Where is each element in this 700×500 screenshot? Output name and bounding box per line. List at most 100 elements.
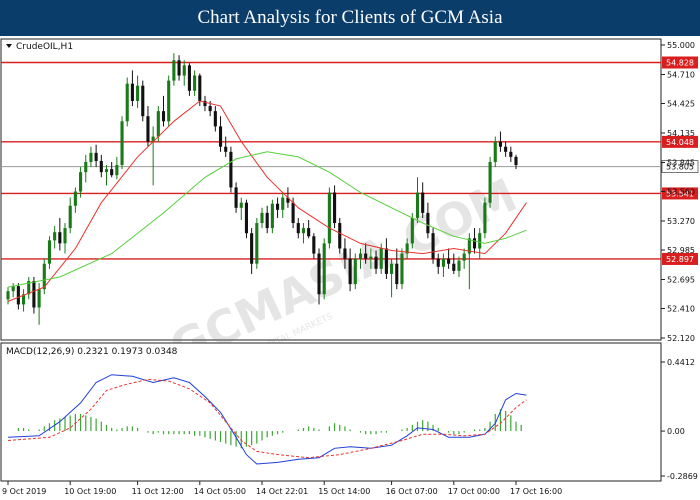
candle-body xyxy=(431,233,435,259)
candle-body xyxy=(421,192,425,213)
level-price-label: 54.828 xyxy=(666,58,694,67)
candle-body xyxy=(141,85,145,117)
candle xyxy=(322,238,326,300)
candle-body xyxy=(275,203,280,210)
time-tick-label: 16 Oct 07:00 xyxy=(386,487,438,496)
candle xyxy=(141,80,145,122)
candle-body xyxy=(167,80,171,122)
time-tick-label: 15 Oct 14:00 xyxy=(318,487,370,496)
macd-label: MACD(12,26,9) 0.2321 0.1973 0.0348 xyxy=(6,347,178,357)
candle-body xyxy=(395,263,399,285)
time-tick-label: 10 Oct 19:00 xyxy=(64,487,116,496)
candle-body xyxy=(84,161,88,173)
candle-body xyxy=(498,141,503,147)
candle-body xyxy=(410,217,414,244)
symbol-title: CrudeOIL,H1 xyxy=(16,42,73,52)
candle xyxy=(327,187,331,249)
candle-body xyxy=(369,256,373,259)
candle-body xyxy=(457,260,461,271)
candle xyxy=(353,253,357,290)
candle-body xyxy=(296,223,300,234)
candle-body xyxy=(436,258,440,267)
candle-body xyxy=(462,253,466,261)
candle-body xyxy=(312,236,316,254)
price-tick-label: 53.560 xyxy=(667,188,695,197)
time-tick-label: 9 Oct 2019 xyxy=(2,487,46,496)
candle-body xyxy=(58,232,62,244)
price-tick-label: 52.985 xyxy=(667,246,695,255)
candle-body xyxy=(514,156,518,166)
candle-body xyxy=(110,169,114,176)
candle-body xyxy=(384,248,388,274)
macd-panel xyxy=(0,342,662,482)
candle-body xyxy=(156,111,160,137)
candle-body xyxy=(255,223,259,264)
price-tick-label: 53.845 xyxy=(667,159,695,168)
candle-body xyxy=(322,243,326,295)
candle-body xyxy=(177,60,181,76)
candle-body xyxy=(218,126,223,147)
candle-body xyxy=(224,146,228,152)
candle xyxy=(400,248,404,290)
candle-body xyxy=(68,205,72,229)
candle-body xyxy=(73,191,77,206)
candle-body xyxy=(265,212,269,229)
candle-body xyxy=(136,85,140,101)
candle-body xyxy=(213,111,217,127)
candle-body xyxy=(37,289,41,308)
candle xyxy=(255,217,259,269)
price-tick-label: 52.410 xyxy=(667,304,695,313)
candle xyxy=(483,197,487,239)
candle-body xyxy=(104,169,109,173)
candle-body xyxy=(130,83,134,101)
candle-body xyxy=(16,286,20,305)
price-tick-label: 53.270 xyxy=(667,217,695,226)
candle-body xyxy=(488,161,492,203)
candle-body xyxy=(198,75,202,101)
price-tick-label: 55.000 xyxy=(667,41,695,50)
candle-body xyxy=(447,258,451,264)
candle-body xyxy=(63,228,67,244)
candle-body xyxy=(509,151,513,157)
macd-tick-label: -0.2869 xyxy=(667,472,698,481)
candle-body xyxy=(187,65,191,91)
candle xyxy=(338,217,342,254)
candle xyxy=(431,228,435,264)
candle-body xyxy=(239,202,243,208)
candle-body xyxy=(379,248,383,269)
candle-body xyxy=(146,116,150,142)
candle-body xyxy=(125,83,129,122)
candle-body xyxy=(250,233,254,264)
time-tick-label: 17 Oct 00:00 xyxy=(448,487,500,496)
candle xyxy=(120,116,124,170)
candle xyxy=(229,146,233,193)
candle-body xyxy=(208,106,212,112)
candle-body xyxy=(441,258,445,267)
level-price-label: 54.048 xyxy=(666,138,694,147)
macd-tick-label: 0.4412 xyxy=(667,358,695,367)
candle-body xyxy=(281,197,285,210)
candle-body xyxy=(504,146,508,152)
time-tick-label: 14 Oct 05:00 xyxy=(194,487,246,496)
level-price-label: 52.897 xyxy=(666,255,694,264)
candle-body xyxy=(94,152,98,161)
candle xyxy=(244,199,249,239)
chart-banner: Chart Analysis for Clients of GCM Asia xyxy=(0,0,700,36)
price-tick-label: 54.135 xyxy=(667,129,695,138)
symbol-label: CrudeOIL,H1 xyxy=(6,42,73,52)
candle-body xyxy=(260,212,264,224)
candle-body xyxy=(452,263,456,271)
chart-area: GCMASIA.COM GLOBAL CAPITAL MARKETS 54.82… xyxy=(0,38,699,496)
candle-body xyxy=(348,258,352,285)
candle-body xyxy=(343,248,347,259)
candle-body xyxy=(478,233,482,249)
candle-body xyxy=(327,192,331,244)
candle-body xyxy=(32,281,36,308)
candle-body xyxy=(374,256,378,269)
candle-body xyxy=(301,228,306,234)
candle xyxy=(488,156,492,208)
time-tick-label: 14 Oct 22:01 xyxy=(256,487,308,496)
candle-body xyxy=(472,238,477,249)
candle-body xyxy=(6,291,10,300)
candle-body xyxy=(493,141,497,162)
